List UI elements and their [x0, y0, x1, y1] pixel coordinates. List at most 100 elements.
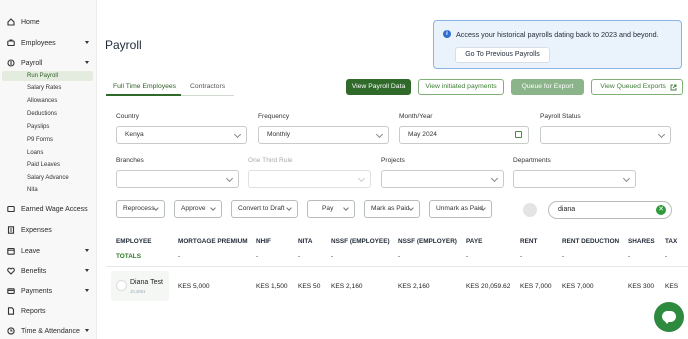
employee-code: JC4081 — [130, 289, 146, 294]
sidebar-item-employees[interactable]: Employees — [0, 38, 97, 48]
unmark-as-paid-button[interactable]: Unmark as Paid — [429, 200, 492, 218]
total-cell: - — [398, 253, 401, 260]
sidebar-item-benefits[interactable]: Benefits — [0, 266, 97, 276]
mark-as-paid-button[interactable]: Mark as Paid — [364, 200, 420, 218]
table-cell: KES 7,000 — [520, 283, 552, 290]
clear-search-icon[interactable]: ✕ — [656, 205, 666, 215]
sidebar-sub-salary-rates[interactable]: Salary Rates — [27, 85, 61, 91]
column-header-nhif: NHIF — [256, 238, 271, 245]
convert-to-draft-button[interactable]: Convert to Draft — [231, 200, 298, 218]
sidebar-item-payroll[interactable]: Payroll — [0, 58, 97, 68]
search-value: diana — [558, 206, 576, 213]
app-root: Home Employees Payroll Run Payroll Salar… — [0, 0, 688, 339]
reprocess-button[interactable]: Reprocess — [116, 200, 165, 218]
view-initiated-payments-button[interactable]: View initiated payments — [418, 79, 504, 95]
column-header-employee: EMPLOYEE — [116, 238, 152, 245]
sidebar-sub-allowances[interactable]: Allowances — [27, 98, 57, 104]
sidebar-item-expenses[interactable]: Expenses — [0, 225, 97, 235]
pay-label: Pay — [322, 205, 334, 212]
reprocess-label: Reprocess — [123, 205, 155, 212]
departments-label: Departments — [513, 157, 551, 164]
total-cell: - — [298, 253, 301, 260]
sidebar-item-payments[interactable]: Payments — [0, 286, 97, 296]
column-header-paye: PAYE — [466, 238, 483, 245]
payroll-status-select[interactable] — [540, 126, 671, 144]
external-link-icon — [670, 84, 677, 91]
mark-as-paid-label: Mark as Paid — [371, 205, 410, 212]
queue-export-button[interactable]: Queue for Export — [511, 79, 584, 95]
month-year-value: May 2024 — [408, 131, 437, 138]
sidebar-item-reports[interactable]: Reports — [0, 306, 97, 316]
month-year-picker[interactable]: May 2024 — [399, 126, 529, 144]
branches-select[interactable] — [116, 170, 239, 188]
sidebar-item-label: Benefits — [21, 267, 47, 275]
wallet-icon — [7, 205, 15, 213]
view-payroll-data-button[interactable]: View Payroll Data — [346, 79, 411, 95]
month-year-label: Month/Year — [399, 113, 433, 120]
home-icon — [7, 18, 15, 26]
row-divider — [106, 266, 688, 267]
projects-label: Projects — [381, 157, 405, 164]
sidebar-item-leave[interactable]: Leave — [0, 246, 97, 256]
chevron-down-icon — [85, 269, 89, 272]
sidebar-item-ewa[interactable]: Earned Wage Access — [0, 204, 97, 214]
chevron-down-icon — [85, 61, 89, 64]
table-cell: KES 50 — [298, 283, 321, 290]
column-header-rent: RENT — [520, 238, 538, 245]
view-queued-exports-button[interactable]: View Queued Exports — [591, 79, 683, 95]
sidebar-item-label: Expenses — [21, 226, 52, 234]
table-cell: KES 7,000 — [562, 283, 594, 290]
country-label: Country — [116, 113, 140, 120]
table-cell: KES 2,160 — [331, 283, 363, 290]
chevron-down-icon — [85, 329, 89, 332]
chat-icon-tail — [664, 320, 670, 324]
sidebar-sub-loans[interactable]: Loans — [27, 150, 43, 156]
previous-payrolls-button[interactable]: Go To Previous Payrolls — [455, 47, 550, 63]
chevron-down-icon — [657, 130, 666, 139]
projects-select[interactable] — [381, 170, 504, 188]
country-select[interactable]: Kenya — [116, 126, 247, 144]
sidebar-sub-run-payroll[interactable]: Run Payroll — [2, 71, 93, 81]
tab-full-time[interactable]: Full Time Employees — [113, 83, 176, 90]
one-third-rule-label: One Third Rule — [248, 157, 293, 164]
total-cell: - — [466, 253, 469, 260]
approve-button[interactable]: Approve — [174, 200, 222, 218]
tab-contractors[interactable]: Contractors — [190, 83, 225, 90]
sidebar-sub-salary-advance[interactable]: Salary Advance — [27, 175, 69, 181]
sidebar-sub-paid-leaves[interactable]: Paid Leaves — [27, 162, 60, 168]
column-header-shares: SHARES — [628, 238, 655, 245]
heart-icon — [7, 267, 15, 275]
card-icon — [7, 287, 15, 295]
sidebar-item-home[interactable]: Home — [0, 17, 97, 27]
chevron-down-icon — [357, 174, 366, 183]
sidebar-sub-p9-forms[interactable]: P9 Forms — [27, 137, 53, 143]
document-icon — [7, 307, 15, 315]
sidebar-item-label: Time & Attendance — [21, 327, 80, 335]
chevron-down-icon — [343, 205, 349, 211]
sidebar-item-time-attendance[interactable]: Time & Attendance — [0, 326, 97, 336]
table-cell: KES — [665, 283, 679, 290]
total-cell: - — [256, 253, 259, 260]
sidebar-sub-payslips[interactable]: Payslips — [27, 124, 49, 130]
departments-select[interactable] — [513, 170, 636, 188]
sidebar-sub-deductions[interactable]: Deductions — [27, 111, 57, 117]
pay-button[interactable]: Pay — [307, 200, 355, 218]
frequency-select[interactable]: Monthly — [258, 126, 389, 144]
sidebar-item-label: Earned Wage Access — [21, 205, 88, 213]
chevron-down-icon — [85, 41, 89, 44]
chevron-down-icon — [490, 174, 499, 183]
table-cell: KES 2,160 — [398, 283, 430, 290]
chat-button[interactable] — [654, 302, 684, 332]
search-input[interactable]: diana ✕ — [548, 201, 672, 219]
sidebar-sub-nita[interactable]: Nita — [27, 187, 38, 193]
frequency-label: Frequency — [258, 113, 290, 120]
chevron-down-icon — [233, 130, 242, 139]
info-banner: i Access your historical payrolls dating… — [433, 20, 682, 69]
sidebar: Home Employees Payroll Run Payroll Salar… — [0, 0, 97, 339]
employee-name: Diana Test — [130, 279, 163, 286]
employee-cell[interactable]: Diana Test JC4081 — [111, 271, 169, 301]
users-icon — [7, 39, 15, 47]
approve-label: Approve — [181, 205, 206, 212]
table-cell: KES 20,059.62 — [466, 283, 511, 290]
chevron-down-icon — [85, 249, 89, 252]
